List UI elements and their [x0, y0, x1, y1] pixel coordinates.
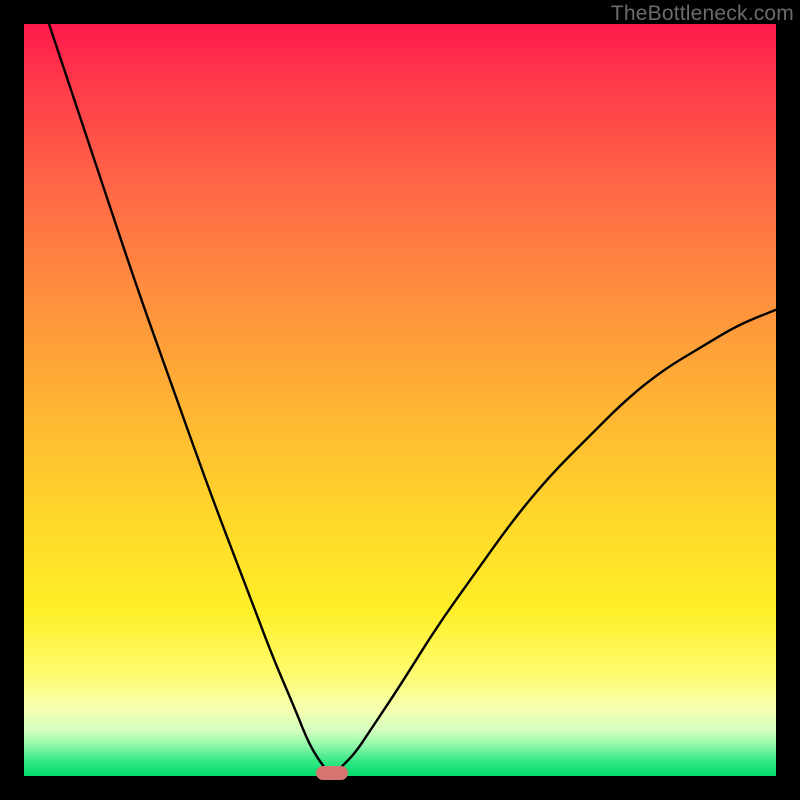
- bottleneck-curve: [24, 24, 776, 776]
- optimum-marker: [316, 766, 348, 780]
- plot-area: [24, 24, 776, 776]
- chart-frame: TheBottleneck.com: [0, 0, 800, 800]
- watermark-text: TheBottleneck.com: [611, 2, 794, 26]
